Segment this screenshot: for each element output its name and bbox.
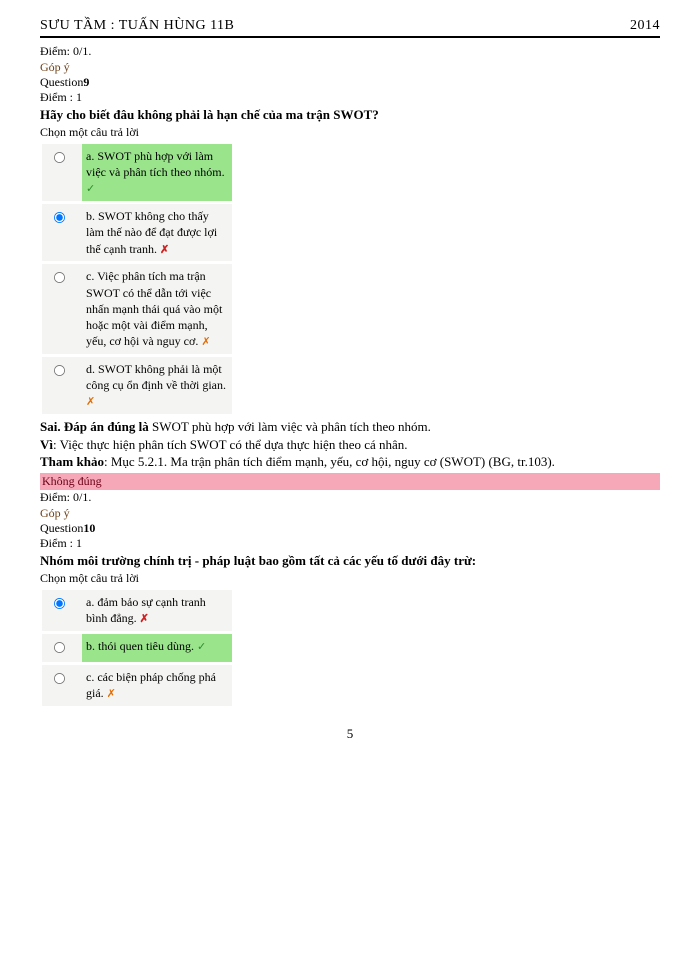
- header: SƯU TẦM : TUẤN HÙNG 11B 2014: [40, 18, 660, 38]
- q9-option-a-text: a. SWOT phù hợp với làm việc và phân tíc…: [86, 149, 225, 179]
- q9-e3b: Tham khảo: [40, 454, 104, 469]
- q10-option-b-text: b. thói quen tiêu dùng.: [86, 639, 194, 653]
- cross-icon: ✗: [160, 244, 169, 256]
- q9-e2b: Vì: [40, 437, 53, 452]
- header-right: 2014: [630, 18, 660, 34]
- cross-icon: ✗: [86, 396, 95, 408]
- page-number: 5: [40, 726, 660, 742]
- q10-number: 10: [83, 521, 95, 535]
- q9-option-a: a. SWOT phù hợp với làm việc và phân tíc…: [82, 144, 232, 201]
- q9-stem: Hãy cho biết đâu không phải là hạn chế c…: [40, 107, 660, 123]
- check-icon: ✓: [86, 183, 95, 195]
- q10-prefix: Question: [40, 521, 83, 535]
- q9-radio-b[interactable]: [54, 212, 65, 223]
- q9-choose: Chọn một câu trả lời: [40, 125, 660, 140]
- q9-label: Question9: [40, 75, 660, 90]
- top-score: Điểm: 0/1.: [40, 44, 660, 59]
- q9-radio-d[interactable]: [54, 365, 65, 376]
- cross-icon: ✗: [107, 688, 116, 700]
- q9-number: 9: [83, 75, 89, 89]
- q9-e1b: Sai. Đáp án đúng là: [40, 419, 149, 434]
- q10-radio-b[interactable]: [54, 642, 65, 653]
- q9-options: a. SWOT phù hợp với làm việc và phân tíc…: [42, 144, 232, 414]
- feedback-link-2[interactable]: Góp ý: [40, 506, 70, 520]
- q9-prefix: Question: [40, 75, 83, 89]
- q10-option-a: a. đảm bảo sự cạnh tranh bình đẳng. ✗: [82, 590, 232, 631]
- q9-score: Điểm: 0/1.: [40, 490, 660, 505]
- q10-radio-c[interactable]: [54, 673, 65, 684]
- header-left: SƯU TẦM : TUẤN HÙNG 11B: [40, 18, 234, 34]
- q9-e3r: : Mục 5.2.1. Ma trận phân tích điểm mạnh…: [104, 454, 555, 469]
- q10-diem: Điểm : 1: [40, 536, 660, 551]
- q10-radio-a[interactable]: [54, 598, 65, 609]
- q9-e1r: SWOT phù hợp với làm việc và phân tích t…: [149, 419, 431, 434]
- q10-options: a. đảm bảo sự cạnh tranh bình đẳng. ✗ b.…: [42, 590, 232, 706]
- q9-diem: Điểm : 1: [40, 90, 660, 105]
- q9-radio-c[interactable]: [54, 272, 65, 283]
- q10-choose: Chọn một câu trả lời: [40, 571, 660, 586]
- q10-option-b: b. thói quen tiêu dùng. ✓: [82, 634, 232, 662]
- q9-option-d: d. SWOT không phải là một công cụ ổn địn…: [82, 357, 232, 414]
- cross-icon: ✗: [201, 336, 210, 348]
- q9-radio-a[interactable]: [54, 152, 65, 163]
- check-icon: ✓: [197, 641, 206, 653]
- q10-option-c-text: c. các biện pháp chống phá giá.: [86, 670, 216, 700]
- q9-option-d-text: d. SWOT không phải là một công cụ ổn địn…: [86, 362, 226, 392]
- q10-stem: Nhóm môi trường chính trị - pháp luật ba…: [40, 553, 660, 569]
- q9-explanation: Sai. Đáp án đúng là SWOT phù hợp với làm…: [40, 418, 660, 471]
- q9-wrong-bar: Không đúng: [40, 473, 660, 490]
- q9-e2r: : Việc thực hiện phân tích SWOT có thể d…: [53, 437, 408, 452]
- q10-label: Question10: [40, 521, 660, 536]
- cross-icon: ✗: [140, 613, 149, 625]
- q9-option-b: b. SWOT không cho thấy làm thế nào để đạ…: [82, 204, 232, 261]
- feedback-link[interactable]: Góp ý: [40, 60, 70, 74]
- q10-option-c: c. các biện pháp chống phá giá. ✗: [82, 665, 232, 706]
- q9-option-b-text: b. SWOT không cho thấy làm thế nào để đạ…: [86, 209, 217, 255]
- q9-option-c: c. Việc phân tích ma trận SWOT có thể dẫ…: [82, 264, 232, 354]
